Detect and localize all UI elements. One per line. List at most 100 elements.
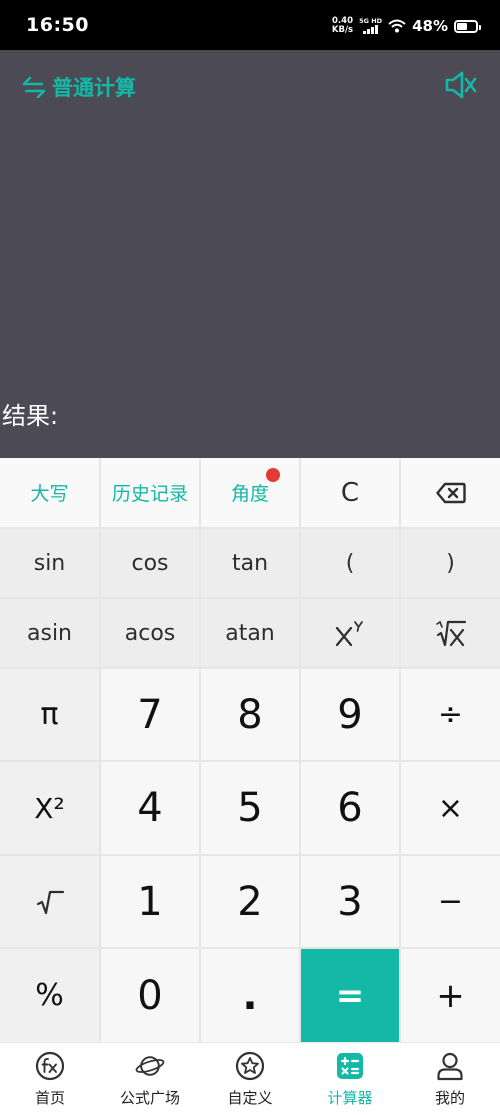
tan-label: tan [231,550,269,576]
open-paren-label: ( [345,550,355,576]
pi-label: π [40,697,59,732]
angle-mode-button[interactable]: 角度 [201,458,299,527]
tab-home-label: 首页 [34,1089,65,1107]
acos-label: acos [124,620,176,646]
cos-button[interactable]: cos [101,529,199,597]
backspace-button[interactable] [401,458,500,527]
net-speed-unit: KB/s [331,25,354,35]
atan-button[interactable]: atan [201,599,299,667]
star-badge-icon [235,1051,265,1081]
cos-label: cos [131,550,169,576]
notification-dot [266,468,280,482]
tab-home[interactable]: 首页 [0,1043,100,1115]
calculator-display: 普通计算 结果: [0,50,500,458]
tab-calculator-label: 计算器 [327,1089,373,1107]
tab-profile-label: 我的 [434,1089,465,1107]
nth-root-icon [435,620,466,647]
tab-formula-square[interactable]: 公式广场 [100,1043,200,1115]
digit-3-button[interactable]: 3 [301,856,399,947]
signal-label: 5G HD [359,17,383,25]
x-power-y-icon [335,621,363,647]
open-paren-button[interactable]: ( [301,529,399,597]
mode-switch-button[interactable]: 普通计算 [22,72,136,102]
history-button[interactable]: 历史记录 [101,458,199,527]
percent-button[interactable]: % [0,949,99,1042]
digit-8-button[interactable]: 8 [201,669,299,760]
clear-label: C [340,477,360,508]
wifi-icon [388,19,406,33]
digit-7-label: 7 [137,691,163,738]
percent-label: % [35,978,64,1013]
digit-2-label: 2 [237,878,263,925]
digit-5-label: 5 [237,785,263,831]
result-label: 结果: [2,402,59,430]
sound-toggle-button[interactable] [444,70,478,100]
speaker-muted-icon [445,71,477,99]
digit-4-label: 4 [137,785,163,831]
sin-button[interactable]: sin [0,529,99,597]
asin-button[interactable]: asin [0,599,99,667]
calculator-icon [335,1051,365,1081]
status-bar: 16:50 0.40 KB/s 5G HD 48% [0,0,500,50]
divide-label: ÷ [437,697,464,732]
digit-9-button[interactable]: 9 [301,669,399,760]
fx-icon [35,1051,65,1081]
digit-4-button[interactable]: 4 [101,762,199,854]
tan-button[interactable]: tan [201,529,299,597]
digit-8-label: 8 [237,691,263,738]
digit-0-label: 0 [137,972,163,1019]
pi-button[interactable]: π [0,669,99,760]
tab-calculator[interactable]: 计算器 [300,1043,400,1115]
history-label: 历史记录 [111,483,188,505]
plus-button[interactable]: + [401,949,500,1042]
digit-7-button[interactable]: 7 [101,669,199,760]
bottom-tab-bar: 首页 公式广场 自定义 计算器 我的 [0,1042,500,1115]
square-button[interactable]: X² [0,762,99,854]
digit-6-label: 6 [337,785,363,831]
tab-profile[interactable]: 我的 [400,1043,500,1115]
digit-3-label: 3 [337,878,363,925]
close-paren-label: ) [446,550,455,576]
digit-2-button[interactable]: 2 [201,856,299,947]
minus-label: − [437,884,464,919]
minus-button[interactable]: − [401,856,500,947]
power-button[interactable] [301,599,399,667]
plus-label: + [436,975,465,1016]
mode-label: 普通计算 [52,76,136,100]
user-icon [435,1051,465,1081]
planet-icon [135,1051,165,1081]
digit-5-button[interactable]: 5 [201,762,299,854]
tab-custom[interactable]: 自定义 [200,1043,300,1115]
keypad: 大写 历史记录 角度 C sin cos tan ( ) asin acos a… [0,458,500,1042]
decimal-point-label: . [242,972,258,1019]
multiply-label: × [437,790,464,826]
digit-9-label: 9 [337,691,363,738]
decimal-point-button[interactable]: . [201,949,299,1042]
divide-button[interactable]: ÷ [401,669,500,760]
net-speed: 0.40 KB/s [332,17,353,35]
close-paren-button[interactable]: ) [401,529,500,597]
equals-button[interactable]: = [301,949,399,1042]
digit-1-button[interactable]: 1 [101,856,199,947]
square-root-button[interactable] [0,856,99,947]
equals-label: = [335,975,365,1016]
backspace-icon [435,482,466,503]
square-label: X² [34,791,65,825]
atan-label: atan [225,620,275,646]
digit-1-label: 1 [137,878,163,925]
acos-button[interactable]: acos [101,599,199,667]
swap-arrows-icon [22,76,46,98]
multiply-button[interactable]: × [401,762,500,854]
nth-root-button[interactable] [401,599,500,667]
uppercase-label: 大写 [30,483,69,505]
tab-formula-square-label: 公式广场 [119,1089,180,1107]
digit-0-button[interactable]: 0 [101,949,199,1042]
digit-6-button[interactable]: 6 [301,762,399,854]
square-root-icon [36,890,64,914]
battery-percent: 48% [412,17,448,35]
asin-label: asin [27,620,72,646]
status-icons: 0.40 KB/s 5G HD 48% [332,16,481,36]
uppercase-button[interactable]: 大写 [0,458,99,527]
cellular-signal-icon: 5G HD [359,18,382,34]
clear-button[interactable]: C [301,458,399,527]
